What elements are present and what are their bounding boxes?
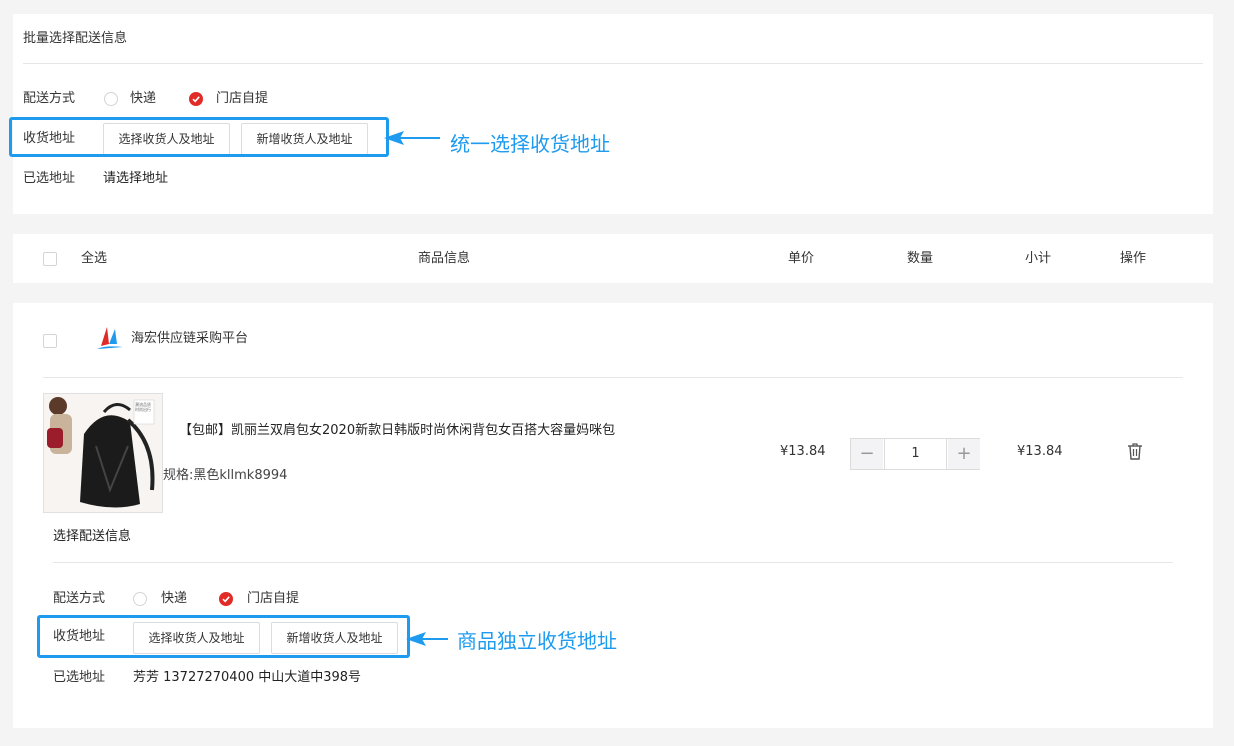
item-radio-pickup[interactable] <box>219 592 233 606</box>
item-annotation: 商品独立收货地址 <box>457 629 617 653</box>
product-spec: 规格:黑色kllmk8994 <box>163 468 288 483</box>
item-delivery-title: 选择配送信息 <box>53 529 132 544</box>
header-product-info: 商品信息 <box>418 251 471 266</box>
batch-address-highlight <box>9 117 389 157</box>
item-option-pickup-label[interactable]: 门店自提 <box>247 590 299 608</box>
shop-checkbox[interactable] <box>43 334 57 348</box>
batch-selected-address-value: 请选择地址 <box>103 171 169 186</box>
select-all-label[interactable]: 全选 <box>81 250 107 268</box>
batch-delivery-method-label: 配送方式 <box>23 91 76 106</box>
item-delivery-divider <box>53 562 1173 563</box>
batch-option-express-label[interactable]: 快递 <box>130 90 156 108</box>
batch-divider <box>23 63 1203 64</box>
header-actions: 操作 <box>1120 251 1147 266</box>
quantity-input[interactable]: 1 <box>884 439 947 469</box>
shop-logo-icon <box>97 327 123 349</box>
batch-delivery-panel: 批量选择配送信息 配送方式 快递 门店自提 收货地址 选择收货人及地址 新增收货… <box>13 14 1213 214</box>
header-subtotal: 小计 <box>1025 251 1052 266</box>
product-subtotal: ¥13.84 <box>1017 444 1063 459</box>
trash-icon[interactable] <box>1127 443 1143 460</box>
decrease-button[interactable]: − <box>851 439 883 469</box>
shop-divider <box>43 377 1183 378</box>
cart-table-header: 全选 商品信息 单价 数量 小计 操作 <box>13 234 1213 283</box>
item-radio-express[interactable] <box>133 592 147 606</box>
batch-radio-pickup[interactable] <box>189 92 203 106</box>
batch-selected-address-label: 已选地址 <box>23 171 76 186</box>
item-delivery-method-label: 配送方式 <box>53 591 106 606</box>
item-option-express-label[interactable]: 快递 <box>161 590 187 608</box>
shop-group-panel: 海宏供应链采购平台 潮流品质 时尚出行 【包邮】凯丽兰双肩包女2020新款日韩版… <box>13 303 1213 728</box>
product-title[interactable]: 【包邮】凯丽兰双肩包女2020新款日韩版时尚休闲背包女百搭大容量妈咪包 <box>179 422 615 440</box>
check-icon <box>192 96 200 103</box>
batch-delivery-title: 批量选择配送信息 <box>23 31 128 46</box>
quantity-stepper[interactable]: − 1 + <box>850 438 980 470</box>
product-price: ¥13.84 <box>780 444 826 459</box>
check-icon <box>222 596 230 603</box>
batch-annotation: 统一选择收货地址 <box>450 132 610 156</box>
header-quantity: 数量 <box>907 251 934 266</box>
increase-button[interactable]: + <box>948 439 980 469</box>
batch-option-pickup-label[interactable]: 门店自提 <box>216 90 268 108</box>
product-thumbnail[interactable]: 潮流品质 时尚出行 <box>43 393 163 513</box>
item-selected-address-label: 已选地址 <box>53 670 106 685</box>
item-address-highlight <box>37 615 410 658</box>
thumbnail-caption: 潮流品质 时尚出行 <box>135 402 151 412</box>
header-unit-price: 单价 <box>788 251 815 266</box>
arrow-left-icon <box>384 131 440 145</box>
item-selected-address-value: 芳芳 13727270400 中山大道中398号 <box>133 670 362 685</box>
arrow-left-icon <box>406 632 448 646</box>
select-all-checkbox[interactable] <box>43 252 57 266</box>
batch-radio-express[interactable] <box>104 92 118 106</box>
shop-name[interactable]: 海宏供应链采购平台 <box>131 330 248 348</box>
